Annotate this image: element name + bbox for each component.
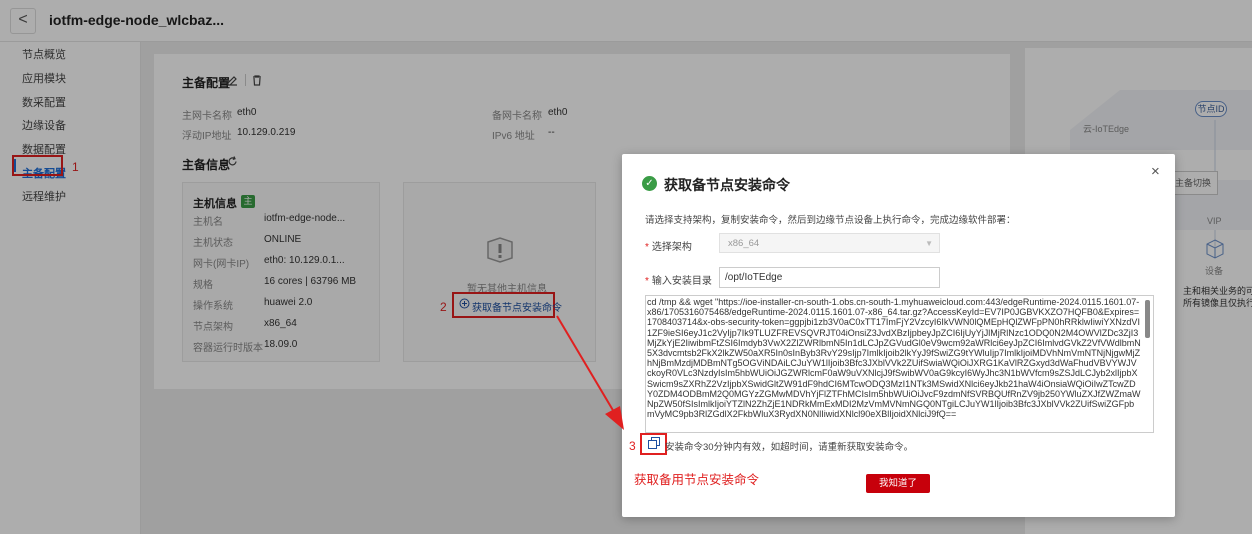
annotation-arrow <box>556 315 624 430</box>
